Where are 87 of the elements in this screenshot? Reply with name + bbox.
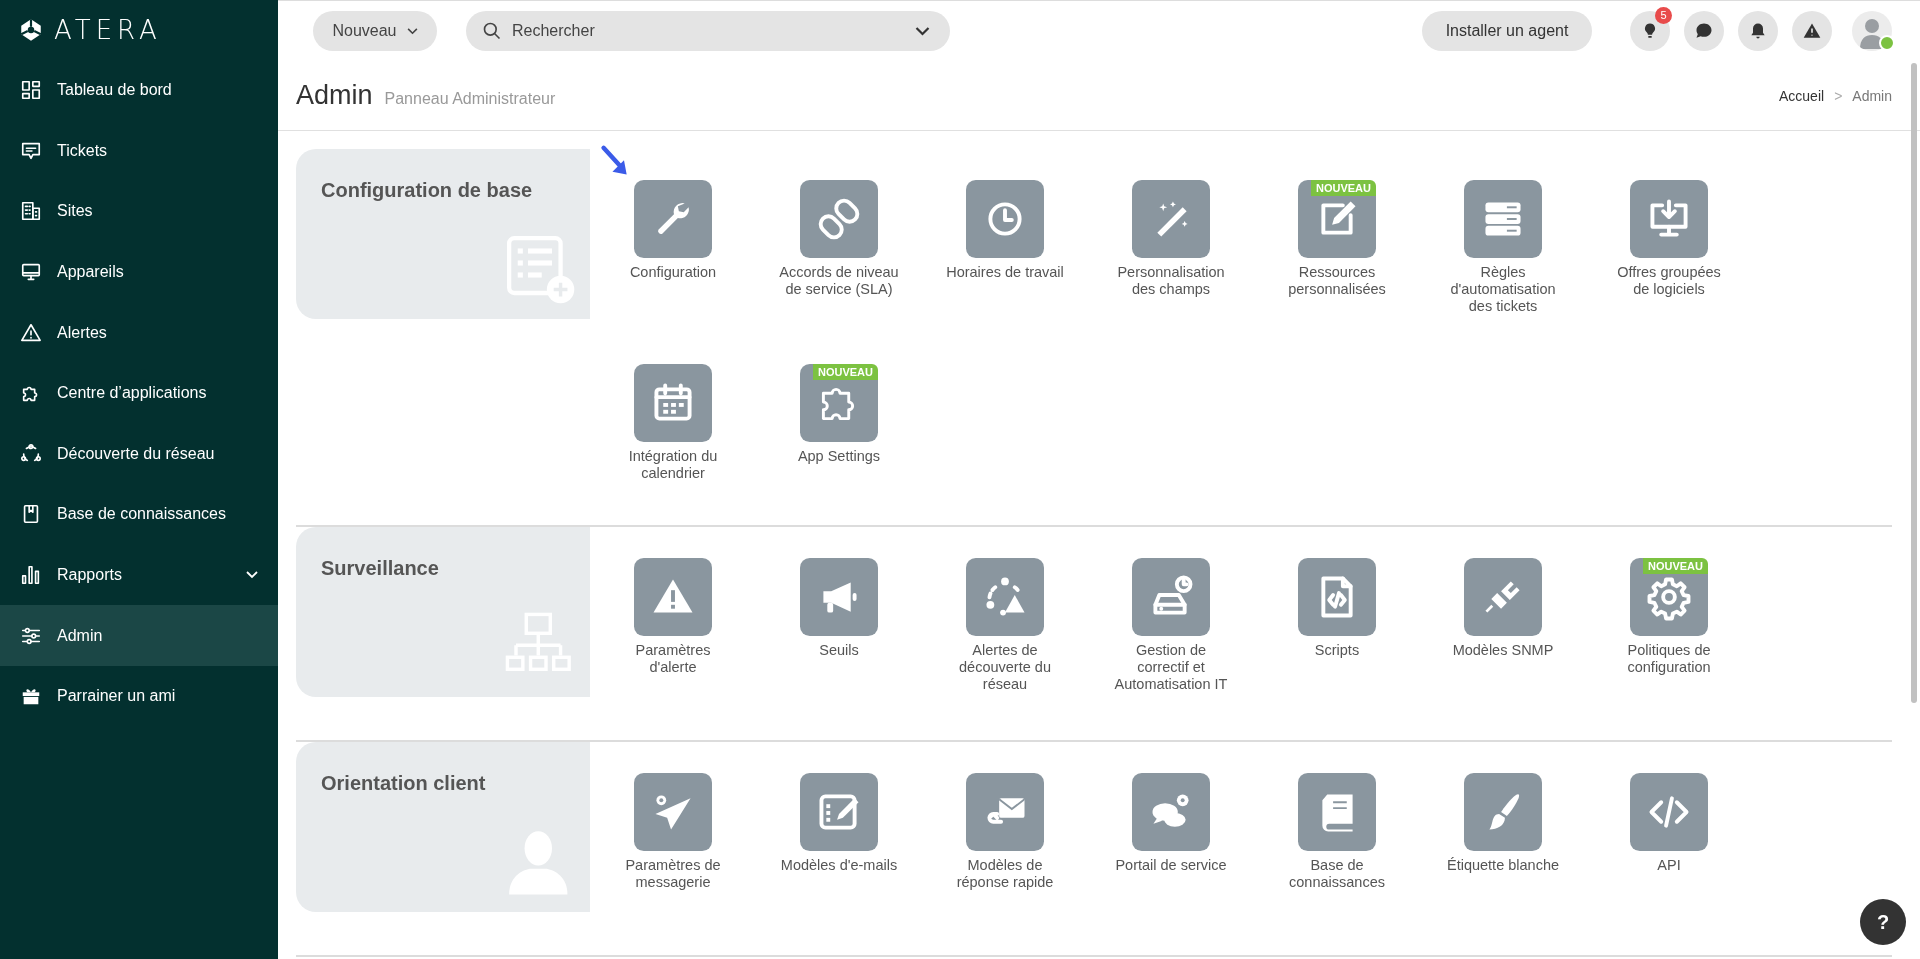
tile-label[interactable]: App Settings	[778, 448, 900, 465]
notification-count: 5	[1655, 7, 1672, 24]
tile-label[interactable]: Modèles de réponse rapide	[944, 857, 1066, 891]
warning-icon[interactable]	[634, 558, 712, 636]
alerts-button[interactable]	[1792, 11, 1832, 51]
clock-icon[interactable]	[966, 180, 1044, 258]
section-title: Surveillance	[321, 557, 439, 579]
warning-icon	[1802, 21, 1822, 41]
user-avatar[interactable]	[1852, 11, 1892, 51]
calendar-icon[interactable]	[634, 364, 712, 442]
notifications-button[interactable]	[1738, 11, 1778, 51]
dashboard-icon	[20, 79, 42, 102]
tile-label[interactable]: Base de connaissances	[1276, 857, 1398, 891]
code-icon[interactable]	[1630, 773, 1708, 851]
bar-chart-icon	[20, 564, 42, 587]
nav-item[interactable]: Rapports	[0, 544, 278, 606]
search-field[interactable]: Rechercher	[466, 11, 950, 51]
new-badge: NOUVEAU	[813, 364, 878, 380]
tile-label[interactable]: Ressources personnalisées	[1276, 264, 1398, 298]
new-badge: NOUVEAU	[1311, 180, 1376, 196]
breadcrumb-separator: >	[1834, 87, 1843, 104]
logo-icon	[18, 17, 44, 43]
nav-item[interactable]: Tableau de bord	[0, 60, 278, 121]
page-subtitle: Panneau Administrateur	[384, 89, 556, 108]
warning-icon	[20, 321, 42, 344]
tile-label[interactable]: Configuration	[612, 264, 734, 281]
install-agent-button[interactable]: Installer un agent	[1422, 11, 1592, 51]
tile-label[interactable]: API	[1608, 857, 1730, 874]
nav-item[interactable]: Parrainer un ami	[0, 665, 278, 727]
new-badge: NOUVEAU	[1643, 558, 1708, 574]
tile-label[interactable]: Paramètres d'alerte	[612, 642, 734, 676]
tile-label[interactable]: Seuils	[778, 642, 900, 659]
nav-item[interactable]: Base de connaissances	[0, 484, 278, 545]
breadcrumb-link[interactable]: Accueil	[1779, 87, 1825, 104]
code-file-icon[interactable]	[1298, 558, 1376, 636]
tile-label[interactable]: Portail de service	[1110, 857, 1232, 874]
nav-item[interactable]: Sites	[0, 181, 278, 242]
tile-label[interactable]: Règles d'automatisation des tickets	[1442, 264, 1564, 315]
tile-label[interactable]: Scripts	[1276, 642, 1398, 659]
envelope-reply-icon[interactable]	[966, 773, 1044, 851]
monitor-download-icon[interactable]	[1630, 180, 1708, 258]
tile-label[interactable]: Horaires de travail	[944, 264, 1066, 281]
form-pencil-icon[interactable]	[800, 773, 878, 851]
breadcrumb-current: Admin	[1852, 87, 1892, 104]
tile-label[interactable]: Accords de niveau de service (SLA)	[778, 264, 900, 298]
drive-clock-icon[interactable]	[1132, 558, 1210, 636]
scrollbar-thumb[interactable]	[1911, 63, 1917, 703]
tile-label[interactable]: Politiques de configuration	[1608, 642, 1730, 676]
paintbrush-icon[interactable]	[1464, 773, 1542, 851]
nav-item[interactable]: Centre d’applications	[0, 362, 278, 424]
server-icon[interactable]	[1464, 180, 1542, 258]
nav-item[interactable]: Appareils	[0, 241, 278, 303]
tile-label[interactable]: Paramètres de messagerie	[612, 857, 734, 891]
tile-label[interactable]: Gestion de correctif et Automatisation IT	[1110, 642, 1232, 693]
page-title: Admin	[296, 80, 373, 111]
tile-label[interactable]: Offres groupées de logiciels	[1608, 264, 1730, 298]
network-alert-icon[interactable]	[966, 558, 1044, 636]
nav-item[interactable]: Alertes	[0, 302, 278, 363]
tile-label[interactable]: Personnalisation des champs	[1110, 264, 1232, 298]
chevron-down-icon	[406, 27, 418, 35]
tile-label[interactable]: Modèles d'e-mails	[778, 857, 900, 874]
nav-item[interactable]: Admin	[0, 605, 278, 666]
megaphone-icon[interactable]	[800, 558, 878, 636]
tile-label[interactable]: Alertes de découverte du réseau	[944, 642, 1066, 693]
online-status-dot	[1879, 35, 1895, 51]
chevron-down-icon	[246, 571, 258, 580]
chat-gear-icon[interactable]	[1132, 773, 1210, 851]
plug-icon[interactable]	[1464, 558, 1542, 636]
help-button[interactable]: ?	[1860, 899, 1906, 945]
new-button[interactable]: Nouveau	[313, 11, 437, 51]
section-title: Orientation client	[321, 772, 486, 794]
tile-label[interactable]: Étiquette blanche	[1442, 857, 1564, 874]
book-icon[interactable]	[1298, 773, 1376, 851]
link-icon[interactable]	[800, 180, 878, 258]
brand-logo[interactable]: ATERA	[54, 15, 162, 45]
chevron-down-icon	[915, 27, 930, 36]
building-icon	[20, 200, 42, 223]
chat-button[interactable]	[1684, 11, 1724, 51]
tile-label[interactable]: Intégration du calendrier	[612, 448, 734, 482]
search-icon	[482, 21, 502, 41]
nav-item[interactable]: Tickets	[0, 120, 278, 182]
tile-label[interactable]: Modèles SNMP	[1442, 642, 1564, 659]
magic-wand-icon[interactable]	[1132, 180, 1210, 258]
section-title: Configuration de base	[321, 179, 533, 201]
paper-plane-icon[interactable]	[634, 773, 712, 851]
nav-item[interactable]: Découverte du réseau	[0, 423, 278, 485]
wrench-icon[interactable]	[634, 180, 712, 258]
